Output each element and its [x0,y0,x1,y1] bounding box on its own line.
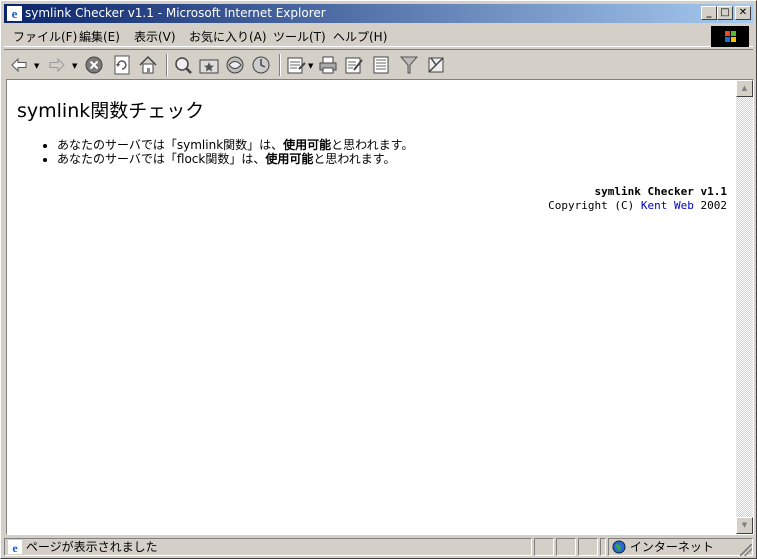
home-button[interactable] [137,54,159,76]
home-icon [139,55,157,74]
refresh-button[interactable] [111,54,133,76]
media-button[interactable] [224,54,246,76]
history-button[interactable] [250,54,272,76]
discuss-icon [373,56,389,74]
toolbar: ▼ ▼ ▼ [4,49,753,79]
svg-text:e: e [12,6,18,21]
search-icon [175,57,192,74]
menu-tools[interactable]: ツール(T) [273,28,326,45]
research-button[interactable] [425,54,447,76]
status-pane [556,538,576,556]
stop-button[interactable] [83,54,105,76]
media-icon [226,56,244,74]
back-icon [11,58,27,72]
result-list: あなたのサーバでは「symlink関数」は、使用可能と思われます。 あなたのサー… [57,138,413,166]
page-content: symlink関数チェック あなたのサーバでは「symlink関数」は、使用可能… [7,80,735,534]
forward-icon [49,58,65,72]
product-name: symlink Checker v1.1 [594,185,727,198]
result-text: あなたのサーバでは「flock関数」は、 [57,152,266,166]
page-icon: e [8,540,22,555]
scroll-up-button[interactable]: ▲ [736,80,753,97]
discuss-button[interactable] [370,54,392,76]
filter-icon [399,56,419,74]
ie-logo-icon: e [7,6,22,21]
svg-text:e: e [12,541,18,554]
menu-edit[interactable]: 編集(E) [79,28,120,45]
close-button[interactable]: ✕ [735,6,751,20]
status-bar: e ページが表示されました インターネット [4,537,753,557]
status-pane [578,538,598,556]
research-icon [428,57,444,73]
favorites-button[interactable] [198,54,220,76]
scroll-down-button[interactable]: ▼ [736,517,753,534]
menu-help[interactable]: ヘルプ(H) [333,28,387,45]
stop-icon [85,56,103,74]
forward-dropdown-icon[interactable]: ▼ [72,62,77,70]
edit-button[interactable] [343,54,365,76]
menu-file[interactable]: ファイル(F) [13,28,77,45]
resize-grip[interactable] [740,544,752,556]
kentweb-link[interactable]: Kent Web [641,199,694,212]
copyright-prefix: Copyright (C) [548,199,641,212]
menu-view[interactable]: 表示(V) [134,28,176,45]
copyright-year: 2002 [693,199,727,212]
globe-icon [612,540,626,554]
minimize-button[interactable]: _ [701,6,717,20]
filter-button[interactable] [398,54,420,76]
page-title: symlink関数チェック [17,100,205,122]
menu-favorites[interactable]: お気に入り(A) [189,28,267,45]
toolbar-separator [166,54,168,76]
mail-button[interactable] [285,54,307,76]
zone-label: インターネット [629,540,714,554]
windows-logo [711,26,749,47]
windows-flag-icon [725,31,736,42]
menu-bar: ファイル(F) 編集(E) 表示(V) お気に入り(A) ツール(T) ヘルプ(… [4,25,753,47]
print-button[interactable] [317,54,339,76]
result-item-flock: あなたのサーバでは「flock関数」は、使用可能と思われます。 [57,152,413,166]
window-title: symlink Checker v1.1 - Microsoft Interne… [25,6,326,20]
status-pane [600,538,606,556]
mail-dropdown-icon[interactable]: ▼ [308,62,313,70]
back-button[interactable] [8,54,30,76]
status-pane [534,538,554,556]
forward-button[interactable] [46,54,68,76]
zone-pane: インターネット [608,538,753,556]
vertical-scrollbar[interactable]: ▲ ▼ [736,80,753,534]
browser-window: e symlink Checker v1.1 - Microsoft Inter… [0,0,757,559]
title-bar[interactable]: e symlink Checker v1.1 - Microsoft Inter… [4,4,753,23]
edit-icon [345,57,363,74]
toolbar-separator [279,54,281,76]
maximize-button[interactable]: □ [717,6,733,20]
result-text: あなたのサーバでは「symlink関数」は、 [57,138,284,152]
print-icon [319,56,337,74]
history-icon [252,56,270,74]
favorites-icon [199,59,219,74]
result-suffix: と思われます。 [313,152,396,166]
refresh-icon [114,55,130,75]
result-status: 使用可能 [265,152,314,166]
mail-icon [287,57,306,74]
credits: symlink Checker v1.1 Copyright (C) Kent … [548,185,727,213]
content-viewport: symlink関数チェック あなたのサーバでは「symlink関数」は、使用可能… [6,79,754,535]
status-message: ページが表示されました [25,540,158,554]
result-item-symlink: あなたのサーバでは「symlink関数」は、使用可能と思われます。 [57,138,413,152]
copyright-line: Copyright (C) Kent Web 2002 [548,199,727,213]
result-suffix: と思われます。 [331,138,414,152]
status-message-pane: e ページが表示されました [4,538,532,556]
search-button[interactable] [172,54,194,76]
result-status: 使用可能 [283,138,332,152]
back-dropdown-icon[interactable]: ▼ [34,62,39,70]
